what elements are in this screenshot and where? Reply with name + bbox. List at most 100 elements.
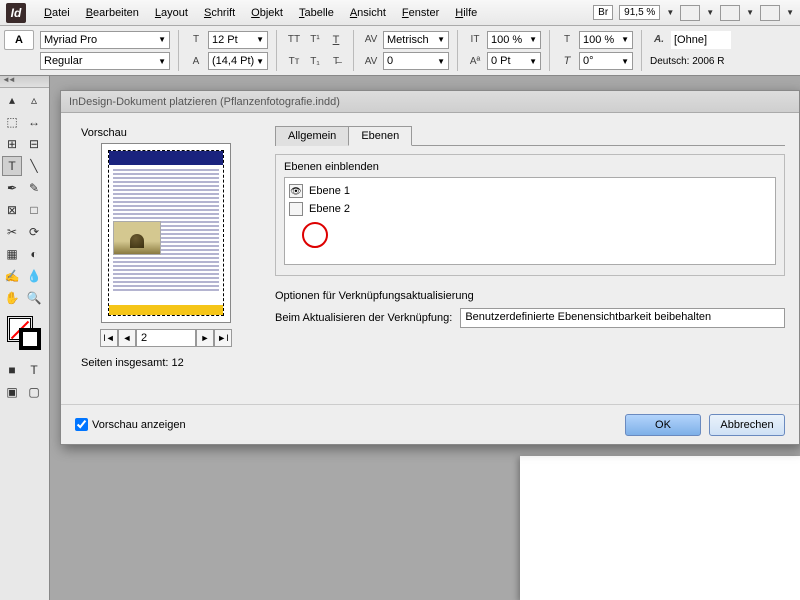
menu-ansicht[interactable]: Ansicht	[342, 7, 394, 19]
kerning-select[interactable]: Metrisch▼	[383, 31, 449, 49]
update-select[interactable]: Benutzerdefinierte Ebenensichtbarkeit be…	[460, 308, 785, 328]
layer-visibility-toggle[interactable]	[289, 184, 303, 198]
leading-select[interactable]: (14,4 Pt)▼	[208, 52, 268, 70]
tab-layers[interactable]: Ebenen	[348, 126, 412, 146]
menu-bearbeiten[interactable]: Bearbeiten	[78, 7, 147, 19]
free-transform-tool[interactable]: ⟳	[24, 222, 44, 242]
gap-tool[interactable]: ↔	[24, 112, 44, 132]
page-tool[interactable]: ⬚	[2, 112, 22, 132]
next-page-button[interactable]: ►	[196, 329, 214, 347]
show-preview-checkbox[interactable]: Vorschau anzeigen	[75, 418, 186, 431]
zoom-level[interactable]: 91,5 %	[619, 5, 660, 20]
hscale-select[interactable]: 100 %▼	[579, 31, 633, 49]
first-page-button[interactable]: I◄	[100, 329, 118, 347]
layer-name: Ebene 2	[309, 203, 350, 215]
update-label: Beim Aktualisieren der Verknüpfung:	[275, 312, 452, 324]
layer-row[interactable]: Ebene 1	[289, 182, 771, 200]
apply-color-tool[interactable]: ■	[2, 360, 22, 380]
menu-datei[interactable]: Datei	[36, 7, 78, 19]
arrange-icon[interactable]	[760, 5, 780, 21]
vscale-icon: IT	[466, 31, 484, 49]
baseline-select[interactable]: 0 Pt▼	[487, 52, 541, 70]
app-icon: Id	[6, 3, 26, 23]
bridge-badge[interactable]: Br	[593, 5, 613, 20]
tab-general[interactable]: Allgemein	[275, 126, 349, 146]
menu-tabelle[interactable]: Tabelle	[291, 7, 342, 19]
zoom-tool[interactable]: 🔍	[24, 288, 44, 308]
font-size-select[interactable]: 12 Pt▼	[208, 31, 268, 49]
screen-mode-icon[interactable]	[720, 5, 740, 21]
preview-thumbnail	[101, 143, 231, 323]
smallcaps-icon[interactable]: Tᴛ	[285, 52, 303, 70]
cancel-button[interactable]: Abbrechen	[709, 414, 785, 436]
menu-fenster[interactable]: Fenster	[394, 7, 447, 19]
preview-label: Vorschau	[81, 127, 251, 139]
font-family-select[interactable]: Myriad Pro▼	[40, 31, 170, 49]
tracking-select[interactable]: 0▼	[383, 52, 449, 70]
menu-layout[interactable]: Layout	[147, 7, 196, 19]
ok-button[interactable]: OK	[625, 414, 701, 436]
subscript-icon[interactable]: T₁	[306, 52, 324, 70]
tools-collapse[interactable]	[0, 76, 49, 88]
tracking-icon: AV	[362, 52, 380, 70]
scissors-tool[interactable]: ✂	[2, 222, 22, 242]
gradient-feather-tool[interactable]: ◐	[24, 244, 44, 264]
document-page[interactable]	[520, 456, 800, 600]
pages-total-label: Seiten insgesamt: 12	[81, 357, 251, 369]
strike-icon[interactable]: T̶	[327, 52, 345, 70]
superscript-icon[interactable]: T¹	[306, 31, 324, 49]
prev-page-button[interactable]: ◄	[118, 329, 136, 347]
type-tool[interactable]: T	[2, 156, 22, 176]
skew-select[interactable]: 0°▼	[579, 52, 633, 70]
fill-stroke-swatch[interactable]	[5, 314, 45, 354]
zoom-dropdown-icon[interactable]: ▼	[666, 8, 674, 17]
rectangle-tool[interactable]: □	[24, 200, 44, 220]
charstyle-icon: A.	[650, 31, 668, 49]
content-collector-tool[interactable]: ⊞	[2, 134, 22, 154]
menu-schrift[interactable]: Schrift	[196, 7, 243, 19]
pencil-tool[interactable]: ✎	[24, 178, 44, 198]
language-select[interactable]: Deutsch: 2006 R	[650, 56, 725, 67]
menu-objekt[interactable]: Objekt	[243, 7, 291, 19]
selection-tool[interactable]: ▴	[2, 90, 22, 110]
gradient-swatch-tool[interactable]: ▦	[2, 244, 22, 264]
view-options-icon[interactable]	[680, 5, 700, 21]
leading-icon: A	[187, 52, 205, 70]
vscale-select[interactable]: 100 %▼	[487, 31, 541, 49]
preview-view-tool[interactable]: ▢	[24, 382, 44, 402]
baseline-icon: Aª	[466, 52, 484, 70]
rectangle-frame-tool[interactable]: ⊠	[2, 200, 22, 220]
font-style-select[interactable]: Regular▼	[40, 52, 170, 70]
font-size-icon: T	[187, 31, 205, 49]
content-placer-tool[interactable]: ⊟	[24, 134, 44, 154]
show-preview-input[interactable]	[75, 418, 88, 431]
allcaps-icon[interactable]: TT	[285, 31, 303, 49]
layer-row[interactable]: Ebene 2	[289, 200, 771, 218]
menu-hilfe[interactable]: Hilfe	[447, 7, 485, 19]
show-preview-label: Vorschau anzeigen	[92, 419, 186, 431]
last-page-button[interactable]: ►I	[214, 329, 232, 347]
update-section-label: Optionen für Verknüpfungsaktualisierung	[275, 290, 785, 302]
layer-name: Ebene 1	[309, 185, 350, 197]
charstyle-select[interactable]: [Ohne]	[671, 31, 731, 49]
hand-tool[interactable]: ✋	[2, 288, 22, 308]
direct-selection-tool[interactable]: ▵	[24, 90, 44, 110]
character-mode-button[interactable]: A	[4, 30, 34, 50]
apply-text-tool[interactable]: T	[24, 360, 44, 380]
menu-bar: Id Datei Bearbeiten Layout Schrift Objek…	[0, 0, 800, 26]
normal-view-tool[interactable]: ▣	[2, 382, 22, 402]
pen-tool[interactable]: ✒	[2, 178, 22, 198]
note-tool[interactable]: ✍	[2, 266, 22, 286]
skew-icon: T	[558, 52, 576, 70]
tools-panel: ▴ ▵ ⬚ ↔ ⊞ ⊟ T ╲ ✒ ✎ ⊠ □ ✂ ⟳ ▦ ◐ ✍ 💧 ✋ 🔍 …	[0, 76, 50, 600]
page-number-input[interactable]	[136, 329, 196, 347]
eyedropper-tool[interactable]: 💧	[24, 266, 44, 286]
layer-list: Ebene 1 Ebene 2	[284, 177, 776, 265]
hscale-icon: T	[558, 31, 576, 49]
page-navigator: I◄ ◄ ► ►I	[81, 329, 251, 347]
layers-show-label: Ebenen einblenden	[284, 161, 776, 173]
line-tool[interactable]: ╲	[24, 156, 44, 176]
underline-icon[interactable]: T	[327, 31, 345, 49]
layer-visibility-toggle[interactable]	[289, 202, 303, 216]
control-bar: A Myriad Pro▼ Regular▼ T 12 Pt▼ A (14,4 …	[0, 26, 800, 76]
